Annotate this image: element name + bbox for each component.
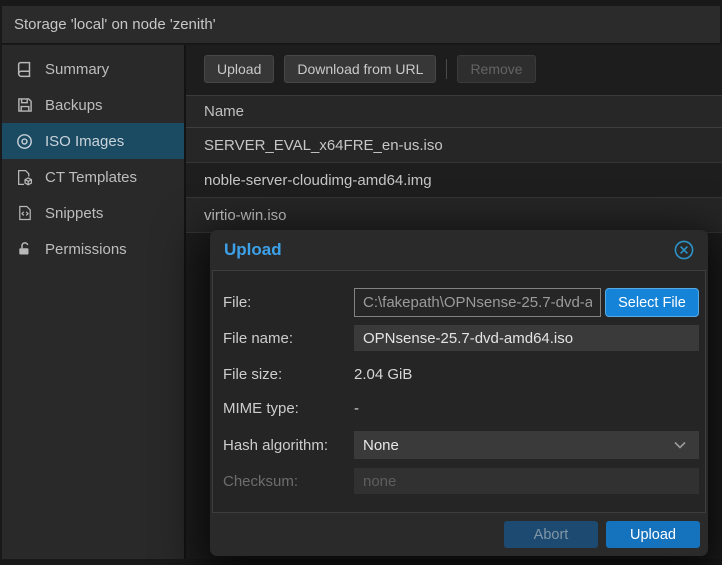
file-path-input[interactable]: [354, 288, 601, 317]
sidebar-item-iso-images[interactable]: ISO Images: [2, 123, 184, 159]
remove-button: Remove: [457, 55, 535, 83]
hash-algorithm-select[interactable]: None: [354, 431, 699, 459]
hash-selected-value: None: [363, 437, 399, 454]
content-table: Name SERVER_EVAL_x64FRE_en-us.iso noble-…: [186, 95, 722, 233]
mimetype-field-label: MIME type:: [223, 400, 299, 417]
upload-dialog-header[interactable]: Upload: [210, 230, 708, 270]
upload-dialog: Upload File: Select File File name: OPNs…: [210, 230, 708, 556]
sidebar-item-permissions[interactable]: Permissions: [2, 231, 184, 267]
file-code-icon: [16, 205, 33, 222]
table-row[interactable]: virtio-win.iso: [186, 198, 722, 233]
table-row[interactable]: SERVER_EVAL_x64FRE_en-us.iso: [186, 128, 722, 163]
select-file-button[interactable]: Select File: [605, 288, 699, 317]
page-title: Storage 'local' on node 'zenith': [14, 16, 216, 33]
iso-file-name: noble-server-cloudimg-amd64.img: [204, 172, 432, 189]
upload-button[interactable]: Upload: [204, 55, 274, 83]
filesize-field-label: File size:: [223, 366, 282, 383]
abort-button: Abort: [504, 521, 598, 548]
chevron-down-icon: [674, 441, 686, 449]
toolbar-separator: [446, 59, 447, 79]
sidebar-item-label: CT Templates: [45, 169, 137, 186]
storage-content-window: Storage 'local' on node 'zenith' Summary: [0, 0, 722, 565]
book-icon: [16, 61, 33, 78]
window-titlebar: Storage 'local' on node 'zenith': [2, 6, 720, 44]
filename-value: OPNsense-25.7-dvd-amd64.iso: [363, 330, 573, 347]
sidebar-item-ct-templates[interactable]: CT Templates: [2, 159, 184, 195]
close-icon[interactable]: [672, 238, 696, 262]
column-header-name: Name: [204, 103, 244, 120]
content-toolbar: Upload Download from URL Remove: [204, 55, 722, 83]
upload-form: File: Select File File name: OPNsense-25…: [212, 270, 706, 513]
iso-file-name: virtio-win.iso: [204, 207, 287, 224]
dialog-title: Upload: [224, 240, 282, 260]
sidebar-item-label: Snippets: [45, 205, 103, 222]
sidebar-item-label: Backups: [45, 97, 103, 114]
filesize-value: 2.04 GiB: [354, 366, 412, 383]
sidebar-item-label: Summary: [45, 61, 109, 78]
sidebar-item-snippets[interactable]: Snippets: [2, 195, 184, 231]
table-row[interactable]: noble-server-cloudimg-amd64.img: [186, 163, 722, 198]
sidebar-item-summary[interactable]: Summary: [2, 51, 184, 87]
floppy-icon: [16, 97, 33, 114]
dialog-upload-button[interactable]: Upload: [606, 521, 700, 548]
disc-icon: [16, 133, 33, 150]
filename-field-label: File name:: [223, 330, 293, 347]
download-from-url-button[interactable]: Download from URL: [284, 55, 436, 83]
sidebar-item-label: Permissions: [45, 241, 127, 258]
table-header[interactable]: Name: [186, 95, 722, 128]
storage-sidebar: Summary Backups: [2, 45, 186, 559]
sidebar-item-backups[interactable]: Backups: [2, 87, 184, 123]
checksum-input: [354, 468, 699, 494]
mimetype-value: -: [354, 400, 359, 417]
file-cube-icon: [16, 169, 33, 186]
checksum-field-label: Checksum:: [223, 473, 298, 490]
upload-dialog-footer: Abort Upload: [212, 513, 706, 556]
unlock-icon: [16, 241, 33, 258]
sidebar-item-label: ISO Images: [45, 133, 124, 150]
iso-file-name: SERVER_EVAL_x64FRE_en-us.iso: [204, 137, 443, 154]
file-field-label: File:: [223, 294, 251, 311]
hash-field-label: Hash algorithm:: [223, 437, 328, 454]
filename-field[interactable]: OPNsense-25.7-dvd-amd64.iso: [354, 325, 699, 351]
